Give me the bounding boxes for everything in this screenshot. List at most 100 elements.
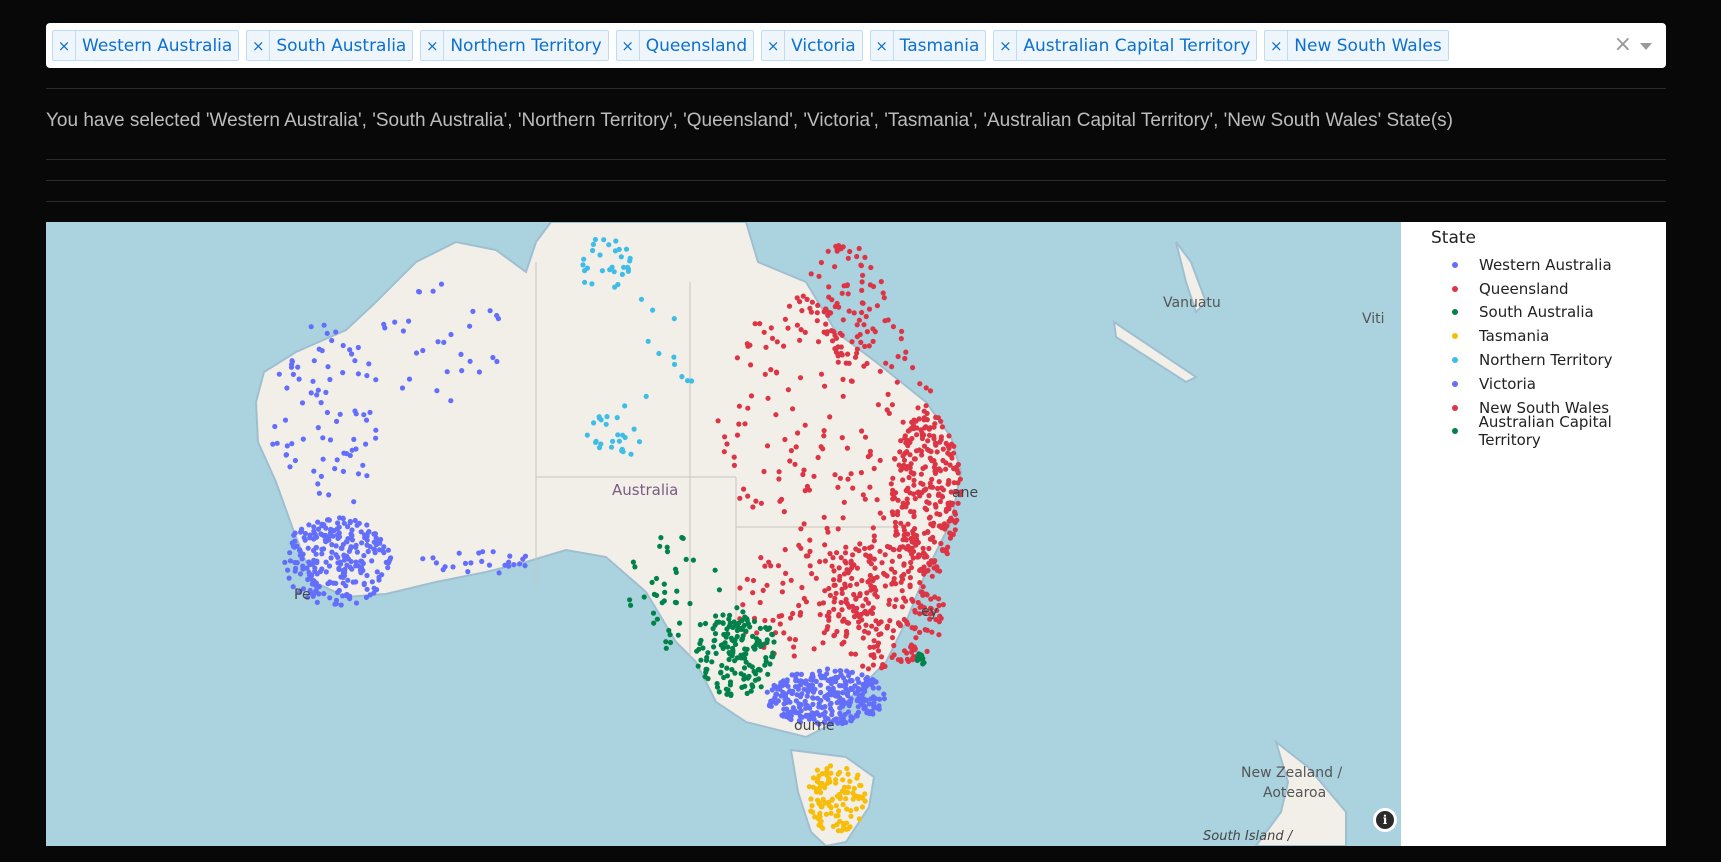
station-point (833, 335, 840, 341)
station-point (700, 645, 706, 651)
station-point (862, 545, 868, 552)
station-point (284, 443, 290, 449)
station-point (752, 321, 758, 327)
station-point (920, 481, 926, 487)
tag-label: Australian Capital Territory (1023, 35, 1251, 56)
station-point (361, 580, 367, 586)
station-point (940, 524, 946, 530)
station-point (916, 447, 922, 453)
legend-item-queensland[interactable]: Queensland (1431, 277, 1666, 301)
station-point (620, 432, 626, 438)
legend-item-australian-capital-territory[interactable]: Australian Capital Territory (1431, 413, 1666, 449)
station-point (907, 575, 914, 581)
remove-tag-button[interactable]: × (53, 31, 76, 60)
station-point (584, 432, 590, 438)
station-point (889, 558, 895, 564)
remove-tag-button[interactable]: × (617, 31, 640, 60)
legend-item-tasmania[interactable]: Tasmania (1431, 324, 1666, 348)
map-info-button[interactable]: i (1373, 808, 1397, 832)
remove-tag-button[interactable]: × (247, 31, 271, 60)
station-point (406, 318, 412, 324)
station-point (793, 444, 799, 450)
station-point (940, 446, 946, 452)
station-point (323, 569, 329, 575)
station-point (777, 686, 783, 692)
station-point (856, 624, 862, 630)
station-point (336, 534, 343, 540)
station-point (358, 558, 364, 564)
station-point (846, 308, 852, 314)
station-point (787, 458, 793, 464)
station-point (829, 708, 835, 714)
remove-tag-button[interactable]: × (994, 31, 1018, 60)
info-icon: i (1376, 811, 1394, 829)
station-point (744, 576, 750, 582)
station-point (764, 626, 770, 632)
remove-tag-button[interactable]: × (762, 31, 786, 60)
state-multiselect[interactable]: × Western Australia × South Australia × … (46, 23, 1666, 68)
station-point (839, 641, 845, 647)
station-point (871, 678, 877, 684)
station-point (920, 545, 926, 551)
station-point (949, 517, 956, 523)
station-point (511, 562, 517, 568)
place-label: Pe (294, 587, 311, 603)
station-point (373, 435, 379, 441)
station-point (609, 264, 615, 270)
legend-item-victoria[interactable]: Victoria (1431, 372, 1666, 396)
station-point (934, 567, 941, 573)
station-point (358, 565, 365, 571)
station-point (917, 381, 923, 387)
station-point (830, 823, 837, 829)
station-point (433, 560, 439, 566)
station-point (887, 618, 893, 624)
station-point (748, 393, 755, 399)
station-point (311, 358, 317, 364)
station-point (597, 252, 603, 258)
station-point (618, 254, 624, 260)
station-point (856, 245, 862, 252)
chevron-down-icon[interactable] (1640, 43, 1652, 50)
station-point (465, 569, 471, 575)
station-point (871, 465, 877, 472)
legend-item-western-australia[interactable]: Western Australia (1431, 253, 1666, 277)
station-point (921, 554, 928, 560)
station-point (815, 302, 821, 308)
station-point (831, 582, 837, 588)
remove-tag-button[interactable]: × (871, 31, 894, 60)
remove-tag-button[interactable]: × (421, 31, 445, 60)
station-point (931, 424, 937, 430)
station-point (744, 341, 750, 347)
station-point (863, 596, 869, 602)
station-point (703, 657, 710, 663)
place-label: ane (952, 485, 978, 501)
station-point (949, 441, 955, 447)
station-point (831, 606, 837, 612)
station-point (876, 632, 882, 638)
station-point (840, 801, 846, 808)
station-point (834, 550, 840, 556)
station-point (933, 414, 939, 420)
station-point (713, 650, 719, 656)
station-point (905, 568, 912, 574)
station-point (776, 476, 782, 482)
legend-item-northern-territory[interactable]: Northern Territory (1431, 348, 1666, 372)
station-point (467, 358, 473, 364)
remove-tag-button[interactable]: × (1265, 31, 1289, 60)
station-point (290, 371, 296, 377)
station-point (841, 787, 847, 794)
station-point (413, 350, 420, 356)
station-point (294, 543, 300, 549)
station-point (687, 600, 693, 607)
clear-all-button[interactable]: × (1614, 32, 1632, 57)
scatter-map[interactable]: Australia Vanuatu Viti New Zealand / Aot… (46, 222, 1401, 846)
station-point (326, 492, 332, 498)
legend-item-south-australia[interactable]: South Australia (1431, 301, 1666, 325)
station-point (845, 255, 851, 261)
station-point (924, 648, 930, 654)
station-point (345, 536, 351, 542)
station-point (777, 498, 783, 504)
station-point (726, 650, 732, 656)
station-point (936, 479, 942, 485)
station-point (283, 452, 290, 458)
